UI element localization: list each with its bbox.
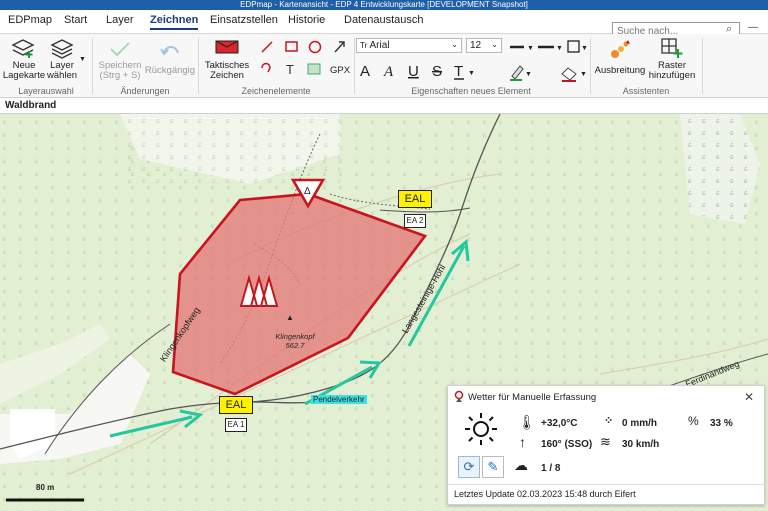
group-changes-label: Änderungen [120, 86, 170, 96]
tactical-sign-button[interactable]: Taktisches Zeichen [202, 61, 252, 81]
new-map-button[interactable]: Neue Lagekarte [2, 61, 46, 81]
group-assist-label: Assistenten [622, 86, 670, 96]
checkmark-icon [110, 42, 130, 57]
tab-datenaustausch[interactable]: Datenaustausch [344, 14, 424, 26]
svg-text:▼: ▼ [525, 71, 532, 78]
edit-button[interactable]: ✎ [482, 456, 504, 478]
peak-label: Klingenkopf 562.7 [275, 332, 315, 350]
window-title: EDPmap - Kartenansicht - EDP 4 Entwicklu… [0, 0, 768, 10]
tab-zeichnen[interactable]: Zeichnen [150, 14, 199, 30]
last-update-text: Letztes Update 02.03.2023 15:48 durch Ei… [454, 489, 636, 499]
svg-text:T: T [454, 63, 463, 80]
chevron-down-icon[interactable]: ▼ [79, 56, 86, 63]
ea-label[interactable]: EA 1 [225, 418, 247, 432]
select-layer-button[interactable]: Layer wählen [44, 61, 80, 81]
save-button[interactable]: Speichern (Strg + S) [98, 61, 142, 81]
thermometer-icon: 🌡 [518, 414, 536, 430]
svg-text:Δ: Δ [304, 186, 311, 197]
undo-button[interactable]: Rückgängig [144, 66, 196, 76]
humidity-icon: % [688, 414, 699, 428]
grid-icon [661, 38, 683, 58]
svg-text:▼: ▼ [468, 70, 475, 77]
group-props-label: Eigenschaften neues Element [411, 86, 531, 96]
humidity-value: 33 % [710, 418, 733, 429]
cloud-icon: ☁ [514, 457, 528, 473]
wind-direction-value: 160° (SSO) [541, 439, 593, 450]
divider [448, 484, 766, 485]
svg-text:▲: ▲ [286, 313, 294, 322]
temperature-value: +32,0°C [541, 418, 578, 429]
tactical-sign-icon [215, 40, 239, 54]
add-grid-button[interactable]: Raster hinzufügen [646, 61, 698, 81]
weather-title: Wetter für Manuelle Erfassung [468, 392, 597, 403]
spread-icon [611, 40, 630, 58]
svg-text:▼: ▼ [580, 71, 587, 78]
svg-text:A: A [360, 63, 370, 80]
divider [702, 38, 703, 94]
svg-text:A: A [383, 64, 394, 80]
eal-marker[interactable]: EAL [398, 190, 432, 208]
svg-text:S: S [432, 63, 442, 80]
svg-text:▼: ▼ [556, 45, 563, 52]
group-layer-label: Layerauswahl [18, 86, 74, 96]
font-size-select[interactable]: 12 ⌄ [466, 38, 502, 53]
sun-icon [465, 413, 497, 445]
wind-icon: ≋ [600, 434, 611, 449]
refresh-button[interactable]: ⟳ [458, 456, 480, 478]
tab-historie[interactable]: Historie [288, 14, 325, 26]
spread-button[interactable]: Ausbreitung [594, 66, 646, 76]
weather-station-icon [454, 390, 464, 402]
svg-text:U: U [408, 63, 419, 80]
svg-text:T: T [286, 62, 294, 77]
color-picker-icons[interactable]: ▼ ▼ [508, 62, 588, 82]
rain-icon: ⁘ [604, 415, 614, 427]
precipitation-value: 0 mm/h [622, 418, 658, 429]
ea-label[interactable]: EA 2 [404, 214, 426, 228]
scale-label: 80 m [36, 483, 55, 492]
app-name[interactable]: EDPmap [8, 14, 52, 26]
undo-icon [160, 46, 179, 56]
group-elements-label: Zeichenelemente [241, 86, 311, 96]
svg-text:▼: ▼ [581, 45, 588, 52]
weather-panel: Wetter für Manuelle Erfassung ✕ 🌡 +32,0°… [447, 385, 766, 505]
gpx-button[interactable]: GPX [330, 66, 350, 76]
tab-start[interactable]: Start [64, 14, 87, 26]
page-title: Waldbrand [0, 98, 768, 114]
chevron-down-icon: ⌄ [451, 40, 458, 49]
tab-einsatzstellen[interactable]: Einsatzstellen [210, 14, 278, 26]
text-format-icons[interactable]: A A U S T ▼ [358, 60, 498, 82]
minimize-icon[interactable]: — [748, 22, 758, 33]
new-map-icon [11, 39, 35, 58]
wind-speed-value: 30 km/h [622, 439, 660, 450]
wind-direction-icon: ↑ [519, 434, 526, 450]
ribbon: Neue Lagekarte Layer wählen ▼ Layerauswa… [0, 34, 768, 98]
tab-layer[interactable]: Layer [106, 14, 134, 26]
close-icon[interactable]: ✕ [744, 390, 754, 404]
layer-select-icon [50, 39, 74, 59]
eal-marker[interactable]: EAL [219, 396, 253, 414]
ribbon-tabs: EDPmap Start Layer Zeichnen Einsatzstell… [0, 10, 768, 40]
cloud-cover-value: 1 / 8 [541, 463, 561, 474]
font-select[interactable]: Tr Arial ⌄ [356, 38, 462, 53]
refresh-icon: ⟳ [463, 459, 475, 474]
svg-text:▼: ▼ [527, 45, 534, 52]
shuttle-label[interactable]: Pendelverkehr [311, 395, 367, 404]
pencil-icon: ✎ [487, 459, 499, 474]
chevron-down-icon: ⌄ [491, 40, 498, 49]
